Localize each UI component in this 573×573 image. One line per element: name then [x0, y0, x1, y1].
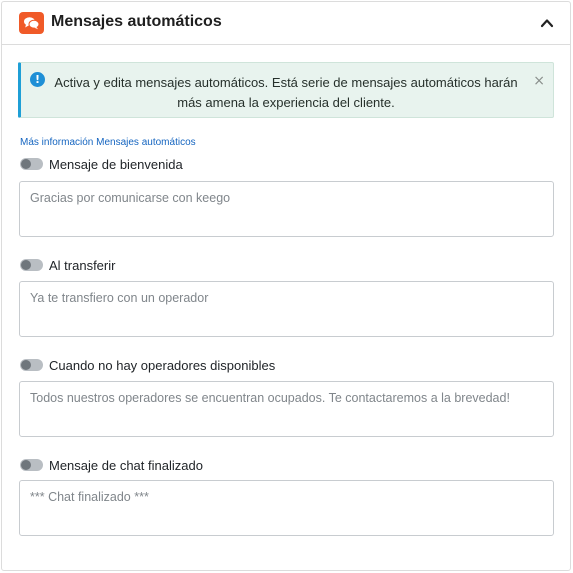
auto-messages-panel: Mensajes automáticos ! Activa y edita me… [1, 1, 571, 571]
chat-bubbles-icon [19, 12, 44, 34]
panel-title: Mensajes automáticos [51, 13, 222, 30]
chat-ended-message-toggle[interactable] [20, 459, 43, 471]
toggle-label: Mensaje de bienvenida [49, 156, 183, 172]
transfer-message-row: Al transferir [20, 256, 115, 274]
chat-ended-message-row: Mensaje de chat finalizado [20, 456, 203, 474]
toggle-label: Al transferir [49, 257, 116, 273]
no-operators-message-row: Cuando no hay operadores disponibles [20, 356, 275, 374]
toggle-label: Cuando no hay operadores disponibles [49, 357, 276, 373]
welcome-message-toggle[interactable] [20, 158, 43, 170]
alert-close-button[interactable]: × [533, 73, 545, 89]
no-operators-message-field[interactable]: Todos nuestros operadores se encuentran … [19, 381, 554, 437]
chevron-up-icon [540, 19, 554, 28]
toggle-label: Mensaje de chat finalizado [49, 457, 203, 473]
info-icon: ! [30, 72, 45, 87]
collapse-button[interactable] [540, 16, 554, 30]
panel-header: Mensajes automáticos [2, 2, 570, 45]
no-operators-message-toggle[interactable] [20, 359, 43, 371]
more-info-link[interactable]: Más información Mensajes automáticos [20, 137, 196, 148]
info-alert: ! Activa y edita mensajes automáticos. E… [18, 62, 554, 118]
transfer-message-toggle[interactable] [20, 259, 43, 271]
welcome-message-field[interactable]: Gracias por comunicarse con keego [19, 181, 554, 237]
alert-text: Activa y edita mensajes automáticos. Est… [54, 75, 518, 110]
transfer-message-field[interactable]: Ya te transfiero con un operador [19, 281, 554, 337]
welcome-message-row: Mensaje de bienvenida [20, 155, 183, 173]
chat-ended-message-field[interactable]: *** Chat finalizado *** [19, 480, 554, 536]
